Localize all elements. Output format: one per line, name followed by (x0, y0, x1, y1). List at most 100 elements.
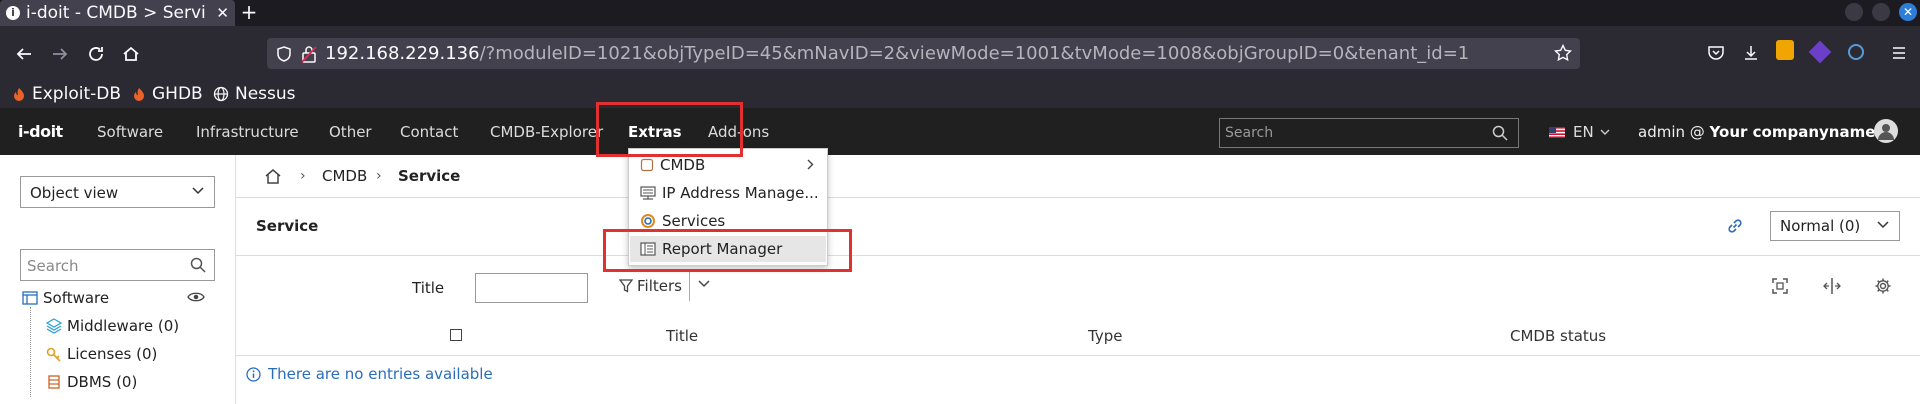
tree-search-placeholder: Search (27, 257, 79, 275)
layers-icon (46, 318, 62, 334)
extension-globe-icon[interactable] (1848, 44, 1864, 60)
tree-search-input[interactable]: Search (20, 249, 215, 281)
eye-icon[interactable] (187, 291, 205, 303)
search-icon[interactable] (1492, 125, 1508, 141)
search-icon[interactable] (190, 257, 206, 273)
page-title: Service (256, 217, 319, 235)
us-flag-icon (1549, 126, 1565, 138)
minimize-icon[interactable] (1845, 3, 1863, 21)
breadcrumb-cmdb[interactable]: CMDB (322, 167, 367, 185)
insecure-lock-icon[interactable] (301, 45, 317, 63)
select-all-checkbox[interactable] (450, 329, 462, 341)
view-mode-select[interactable]: Object view (20, 176, 215, 208)
filters-label: Filters (637, 277, 682, 295)
nav-contact[interactable]: Contact (400, 123, 458, 141)
menu-item-ip-address-manager[interactable]: IP Address Manage... (630, 180, 826, 206)
title-filter-input[interactable] (475, 273, 588, 303)
bookmark-exploit-db[interactable]: Exploit-DB (12, 84, 121, 104)
status-filter-select[interactable]: Normal (0) (1770, 211, 1900, 241)
language-label: EN (1573, 123, 1594, 141)
breadcrumb-service: Service (398, 167, 461, 185)
header-search-input[interactable]: Search (1219, 118, 1519, 148)
chevron-down-icon (1877, 221, 1889, 229)
downloads-icon[interactable] (1742, 44, 1760, 62)
settings-gear-icon[interactable] (1874, 277, 1892, 295)
key-icon (46, 346, 62, 362)
chevron-right-icon (807, 159, 814, 170)
shield-icon[interactable] (275, 45, 293, 63)
burp-extension-icon[interactable] (1776, 40, 1794, 60)
status-filter-value: Normal (0) (1780, 217, 1861, 235)
info-icon (246, 366, 261, 382)
browser-tab[interactable]: i i-doit - CMDB > Servi ✕ (0, 0, 235, 26)
fullscreen-icon[interactable] (1771, 277, 1789, 295)
user-menu[interactable]: admin @ Your companyname (1638, 123, 1875, 141)
reload-icon[interactable] (86, 44, 108, 66)
tree-item-label: Licenses (0) (67, 345, 158, 363)
left-sidebar: Object view Search Software Middleware (… (0, 155, 236, 404)
divider (689, 271, 690, 301)
nav-infrastructure[interactable]: Infrastructure (196, 123, 299, 141)
tree-item-dbms[interactable]: DBMS (0) (46, 373, 137, 391)
tree-item-middleware[interactable]: Middleware (0) (46, 317, 179, 335)
url-path: /?moduleID=1021&objTypeID=45&mNavID=2&vi… (479, 43, 1470, 64)
address-bar[interactable]: 192.168.229.136 /?moduleID=1021&objTypeI… (267, 38, 1580, 69)
app-logo[interactable]: i-doit (18, 122, 63, 141)
flame-icon (12, 87, 26, 101)
maximize-icon[interactable] (1872, 3, 1890, 21)
pocket-icon[interactable] (1707, 44, 1725, 62)
user-name: admin @ (1638, 123, 1710, 141)
avatar[interactable] (1874, 119, 1898, 143)
column-header-cmdb-status[interactable]: CMDB status (1510, 327, 1606, 345)
divider (236, 355, 1920, 356)
forward-icon[interactable] (50, 44, 72, 66)
folder-icon (640, 158, 654, 172)
info-icon: i (6, 6, 20, 20)
empty-state-message: There are no entries available (246, 365, 493, 383)
bookmark-star-icon[interactable] (1554, 44, 1572, 62)
filters-dropdown-chevron-icon[interactable] (698, 280, 710, 288)
nav-cmdb-explorer[interactable]: CMDB-Explorer (490, 123, 603, 141)
globe-icon (213, 86, 229, 102)
new-tab-button[interactable]: + (236, 0, 262, 26)
bookmark-label: GHDB (152, 84, 203, 104)
tree-item-software[interactable]: Software (22, 289, 109, 307)
column-header-type[interactable]: Type (1088, 327, 1122, 345)
company-name: Your companyname (1709, 123, 1876, 141)
chevron-down-icon (1600, 129, 1610, 136)
divider (236, 197, 1920, 198)
home-icon[interactable] (121, 44, 143, 66)
link-icon[interactable] (1726, 217, 1744, 235)
empty-state-text: There are no entries available (268, 365, 493, 383)
bookmark-nessus[interactable]: Nessus (213, 84, 296, 104)
bookmarks-bar: Exploit-DB GHDB Nessus (0, 82, 1920, 108)
menu-icon[interactable] (1890, 44, 1908, 62)
menu-item-label: IP Address Manage... (662, 184, 819, 202)
tree-item-label: Software (43, 289, 110, 307)
app-header: i-doit Software Infrastructure Other Con… (0, 108, 1920, 155)
close-window-icon[interactable]: ✕ (1899, 3, 1917, 21)
network-icon (640, 186, 656, 200)
close-tab-icon[interactable]: ✕ (216, 4, 229, 22)
column-header-title[interactable]: Title (666, 327, 698, 345)
column-resize-icon[interactable] (1823, 277, 1841, 295)
nav-software[interactable]: Software (97, 123, 163, 141)
funnel-icon (619, 279, 633, 293)
filters-button[interactable]: Filters (619, 277, 682, 295)
highlight-box-extras (596, 102, 743, 157)
url-host: 192.168.229.136 (325, 43, 480, 64)
database-icon (46, 374, 62, 390)
tab-title: i-doit - CMDB > Servi (26, 3, 206, 23)
view-mode-value: Object view (30, 184, 119, 202)
tree-item-licenses[interactable]: Licenses (0) (46, 345, 157, 363)
bookmark-ghdb[interactable]: GHDB (132, 84, 203, 104)
home-icon[interactable] (264, 167, 282, 185)
software-icon (22, 291, 38, 305)
highlight-box-report-manager (603, 229, 852, 272)
back-icon[interactable] (14, 44, 36, 66)
chevron-down-icon (192, 187, 204, 195)
tree-line (30, 307, 31, 397)
language-selector[interactable]: EN (1549, 123, 1610, 141)
breadcrumb-separator-icon: › (376, 168, 382, 184)
nav-other[interactable]: Other (329, 123, 372, 141)
